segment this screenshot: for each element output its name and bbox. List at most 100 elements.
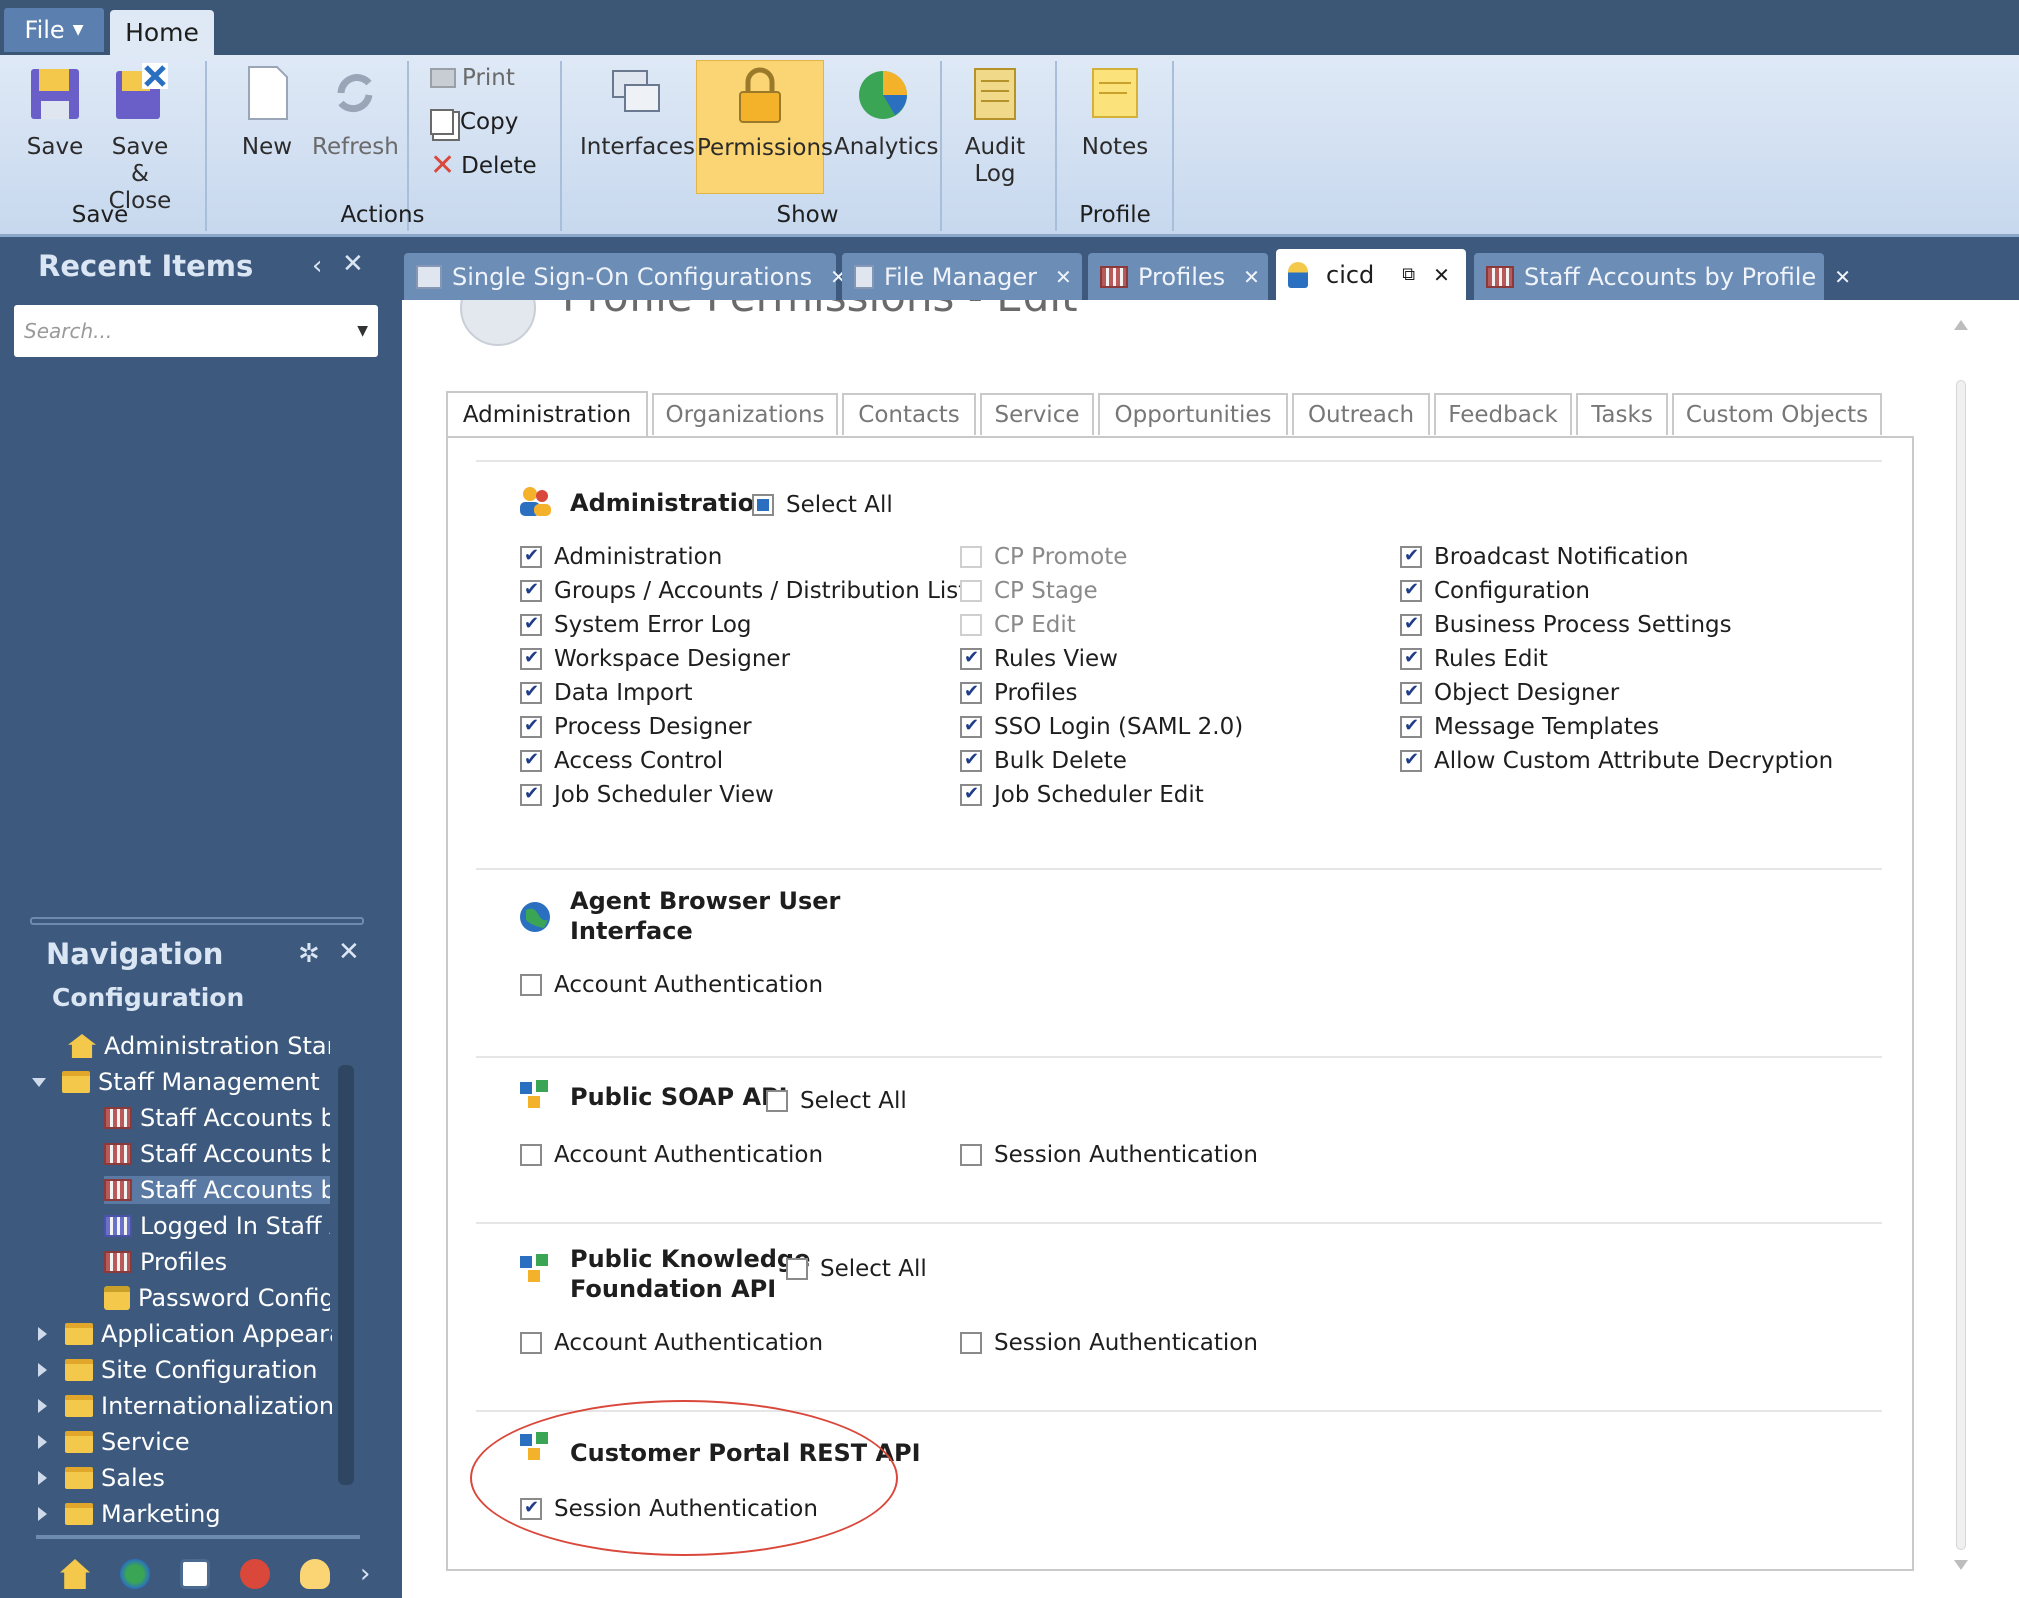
nav-item-marketing[interactable]: Marketing [38,1500,332,1528]
tab-profiles[interactable]: Profiles ✕ [1088,253,1268,300]
nav-item-staff-accounts-2[interactable]: Staff Accounts by [104,1140,330,1168]
checkbox[interactable] [520,579,542,602]
admin-permission-3-6[interactable]: Message Templates [1400,714,1659,740]
close-icon[interactable]: ✕ [342,249,364,279]
close-icon[interactable]: ✕ [1055,265,1072,289]
checkbox[interactable] [960,1144,982,1166]
admin-permission-1-1[interactable]: Administration [520,544,722,570]
permissions-button[interactable]: Permissions [696,60,833,194]
soap-select-all[interactable]: Select All [766,1088,907,1114]
tab-tasks[interactable]: Tasks [1576,393,1668,435]
tab-outreach[interactable]: Outreach [1292,393,1430,435]
select-all-checkbox[interactable] [766,1090,788,1112]
tab-contacts[interactable]: Contacts [842,393,976,435]
nav-item-logged-in-staff[interactable]: Logged In Staff Ac [104,1212,330,1240]
collapse-icon[interactable]: ‹ [312,251,322,281]
checkbox[interactable] [960,647,982,670]
checkbox[interactable] [520,1144,542,1166]
save-button[interactable]: Save [20,63,90,161]
nav-item-profiles[interactable]: Profiles [104,1248,330,1276]
agent-account-authentication[interactable]: Account Authentication [520,972,823,998]
nav-item-service[interactable]: Service [38,1428,332,1456]
close-icon[interactable]: ✕ [1243,265,1260,289]
administration-select-all[interactable]: Select All [752,492,893,518]
admin-permission-1-8[interactable]: Job Scheduler View [520,782,774,808]
nav-item-staff-accounts-3[interactable]: Staff Accounts by [104,1176,330,1204]
close-icon[interactable]: ✕ [338,937,360,967]
home-tab[interactable]: Home [110,10,214,55]
nav-item-staff-management[interactable]: Staff Management [32,1068,332,1096]
tab-custom-objects[interactable]: Custom Objects [1672,393,1882,435]
copy-button[interactable]: Copy [430,109,518,135]
tab-staff-accounts-by-profile[interactable]: Staff Accounts by Profile ✕ [1474,253,1851,300]
nav-item-password-configuration[interactable]: Password Configu [104,1284,330,1312]
select-all-checkbox[interactable] [786,1258,808,1280]
admin-permission-3-4[interactable]: Rules Edit [1400,646,1548,672]
tab-organizations[interactable]: Organizations [652,393,838,435]
soap-account-authentication[interactable]: Account Authentication [520,1142,823,1168]
contact-card-icon[interactable] [180,1559,210,1589]
audit-log-button[interactable]: Audit Log [955,63,1035,188]
checkbox[interactable] [1400,715,1422,738]
checkbox[interactable] [520,749,542,772]
globe-icon[interactable] [120,1559,150,1589]
checkbox[interactable] [960,681,982,704]
admin-permission-1-2[interactable]: Groups / Accounts / Distribution Lists [520,578,979,604]
admin-permission-3-1[interactable]: Broadcast Notification [1400,544,1689,570]
select-all-checkbox[interactable] [752,494,774,516]
close-icon[interactable]: ✕ [1834,265,1851,289]
checkbox[interactable] [960,749,982,772]
checkbox[interactable] [1400,681,1422,704]
admin-permission-1-5[interactable]: Data Import [520,680,693,706]
checkbox[interactable] [520,647,542,670]
popout-icon[interactable]: ⧉ [1402,264,1415,285]
refresh-button[interactable]: Refresh [312,63,399,161]
recent-search-input[interactable]: Search... ▼ [14,305,378,357]
tab-cicd[interactable]: cicd ⧉ ✕ [1276,249,1466,300]
collapsed-arrow-icon[interactable] [38,1507,47,1521]
checkbox[interactable] [520,974,542,996]
chevron-right-icon[interactable]: › [360,1559,370,1589]
admin-permission-2-4[interactable]: Rules View [960,646,1118,672]
nav-item-sales[interactable]: Sales [38,1464,332,1492]
kf-account-authentication[interactable]: Account Authentication [520,1330,823,1356]
gear-icon[interactable]: ✲ [298,939,320,969]
collapsed-arrow-icon[interactable] [38,1363,47,1377]
kf-session-authentication[interactable]: Session Authentication [960,1330,1258,1356]
admin-permission-3-3[interactable]: Business Process Settings [1400,612,1732,638]
new-button[interactable]: New [232,63,302,161]
print-button[interactable]: Print [430,65,515,91]
interfaces-button[interactable]: Interfaces [580,63,695,161]
tab-file-manager[interactable]: File Manager ✕ [842,253,1082,300]
checkbox[interactable] [1400,749,1422,772]
checkbox[interactable] [960,715,982,738]
tab-opportunities[interactable]: Opportunities [1098,393,1288,435]
kf-select-all[interactable]: Select All [786,1256,927,1282]
tab-service[interactable]: Service [980,393,1094,435]
content-scrollbar[interactable] [1952,320,1970,1570]
admin-permission-1-6[interactable]: Process Designer [520,714,752,740]
expanded-arrow-icon[interactable] [32,1077,46,1087]
checkbox[interactable] [1400,545,1422,568]
checkbox[interactable] [520,545,542,568]
notes-button[interactable]: Notes [1075,63,1155,161]
checkbox[interactable] [520,715,542,738]
tab-feedback[interactable]: Feedback [1434,393,1572,435]
help-icon[interactable] [240,1559,270,1589]
close-icon[interactable]: ✕ [1433,263,1450,287]
chevron-down-icon[interactable]: ▼ [357,323,368,339]
file-menu[interactable]: File ▼ [4,8,104,52]
collapsed-arrow-icon[interactable] [38,1471,47,1485]
admin-permission-3-2[interactable]: Configuration [1400,578,1590,604]
nav-item-administration-start[interactable]: Administration Start P [68,1032,330,1060]
checkbox[interactable] [960,1332,982,1354]
collapsed-arrow-icon[interactable] [38,1327,47,1341]
tab-single-sign-on[interactable]: Single Sign-On Configurations ✕ [404,253,847,300]
admin-permission-1-3[interactable]: System Error Log [520,612,752,638]
delete-button[interactable]: ✕ Delete [430,151,537,181]
soap-session-authentication[interactable]: Session Authentication [960,1142,1258,1168]
checkbox[interactable] [1400,579,1422,602]
checkbox[interactable] [520,783,542,806]
admin-permission-3-5[interactable]: Object Designer [1400,680,1619,706]
nav-item-site-configuration[interactable]: Site Configuration [38,1356,332,1384]
